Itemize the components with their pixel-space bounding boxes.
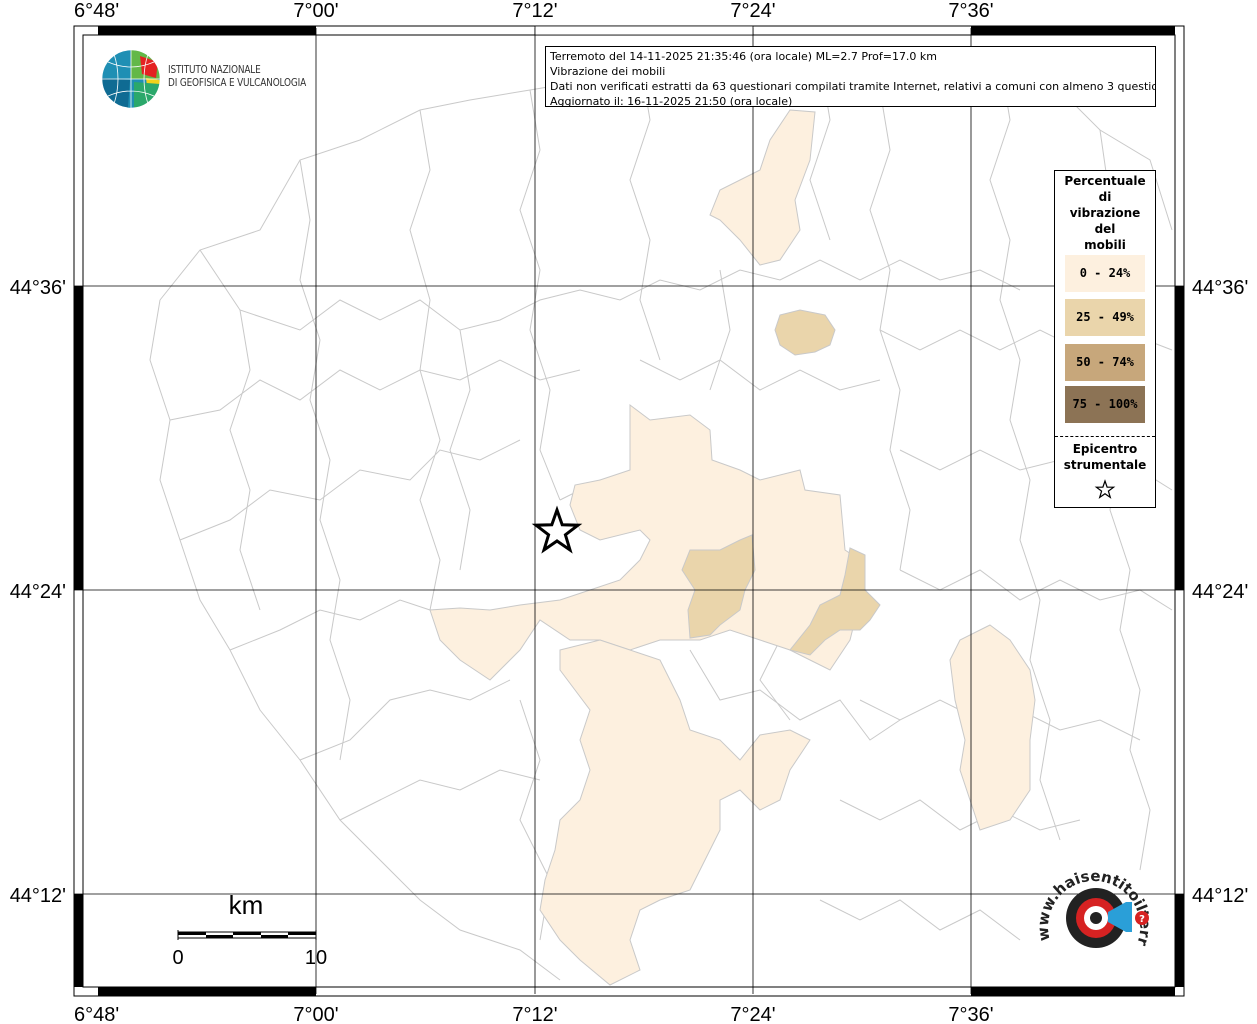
intensity-areas	[429, 109, 1036, 986]
legend-title: Percentuale di vibrazione del mobili	[1064, 174, 1146, 252]
lon-tick-top: 7°36'	[948, 0, 993, 22]
lon-tick-top: 7°00'	[293, 0, 338, 22]
lon-tick-bottom: 7°00'	[293, 1004, 338, 1024]
scale-unit: km	[229, 890, 264, 920]
epicenter-star-icon	[531, 505, 583, 554]
scale-end: 10	[305, 947, 327, 969]
area-class-0	[539, 639, 811, 986]
lon-tick-top: 7°12'	[512, 0, 557, 22]
area-class-0	[949, 624, 1036, 831]
lon-tick-bottom: 7°12'	[512, 1004, 557, 1024]
hsn-watermark: www.haisentitoilterremoto.it ?	[1028, 846, 1156, 975]
ingv-logo: ISTITUTO NAZIONALE DI GEOFISICA E VULCAN…	[100, 48, 315, 112]
area-class-1	[774, 309, 836, 356]
lat-tick-left: 44°36'	[10, 277, 66, 299]
lon-tick-top: 6°48'	[74, 0, 119, 22]
scale-start: 0	[172, 947, 183, 969]
map-legend: Percentuale di vibrazione del mobili 0 -…	[1054, 170, 1156, 508]
event-title: Terremoto del 14-11-2025 21:35:46 (ora l…	[550, 50, 938, 63]
lat-tick-right: 44°36'	[1192, 277, 1248, 299]
scale-bar: km 0 10	[168, 890, 338, 970]
legend-class-0: 0 - 24%	[1065, 255, 1145, 292]
lon-tick-bottom: 6°48'	[74, 1004, 119, 1024]
ingv-globe-icon	[101, 49, 161, 109]
star-outline-icon	[1094, 479, 1116, 499]
lat-tick-left: 44°24'	[10, 581, 66, 603]
logo-line-1: ISTITUTO NAZIONALE	[168, 64, 261, 76]
lon-tick-top: 7°24'	[730, 0, 775, 22]
logo-line-2: DI GEOFISICA E VULCANOLOGIA	[168, 77, 307, 89]
area-class-0	[709, 109, 816, 266]
lon-tick-bottom: 7°24'	[730, 1004, 775, 1024]
scale-bar-graphic: km 0 10	[172, 890, 327, 969]
hsn-target-logo: www.haisentitoilterremoto.it ?	[1028, 846, 1154, 948]
lat-tick-left: 44°12'	[10, 885, 66, 907]
lat-tick-right: 44°12'	[1192, 885, 1248, 907]
legend-divider	[1055, 436, 1155, 437]
legend-epicenter-label: Epicentro strumentale	[1063, 442, 1147, 472]
legend-class-2: 50 - 74%	[1065, 344, 1145, 381]
event-info-box: Terremoto del 14-11-2025 21:35:46 (ora l…	[545, 46, 1156, 107]
lat-tick-right: 44°24'	[1192, 581, 1248, 603]
svg-text:?: ?	[1139, 914, 1145, 925]
data-note: Dati non verificati estratti da 63 quest…	[550, 80, 1156, 93]
update-time: Aggiornato il: 16-11-2025 21:50 (ora loc…	[550, 95, 793, 107]
map-subject: Vibrazione dei mobili	[550, 65, 666, 78]
lon-tick-bottom: 7°36'	[948, 1004, 993, 1024]
legend-class-1: 25 - 49%	[1065, 299, 1145, 336]
area-class-0	[429, 404, 861, 681]
legend-class-3: 75 - 100%	[1065, 386, 1145, 423]
